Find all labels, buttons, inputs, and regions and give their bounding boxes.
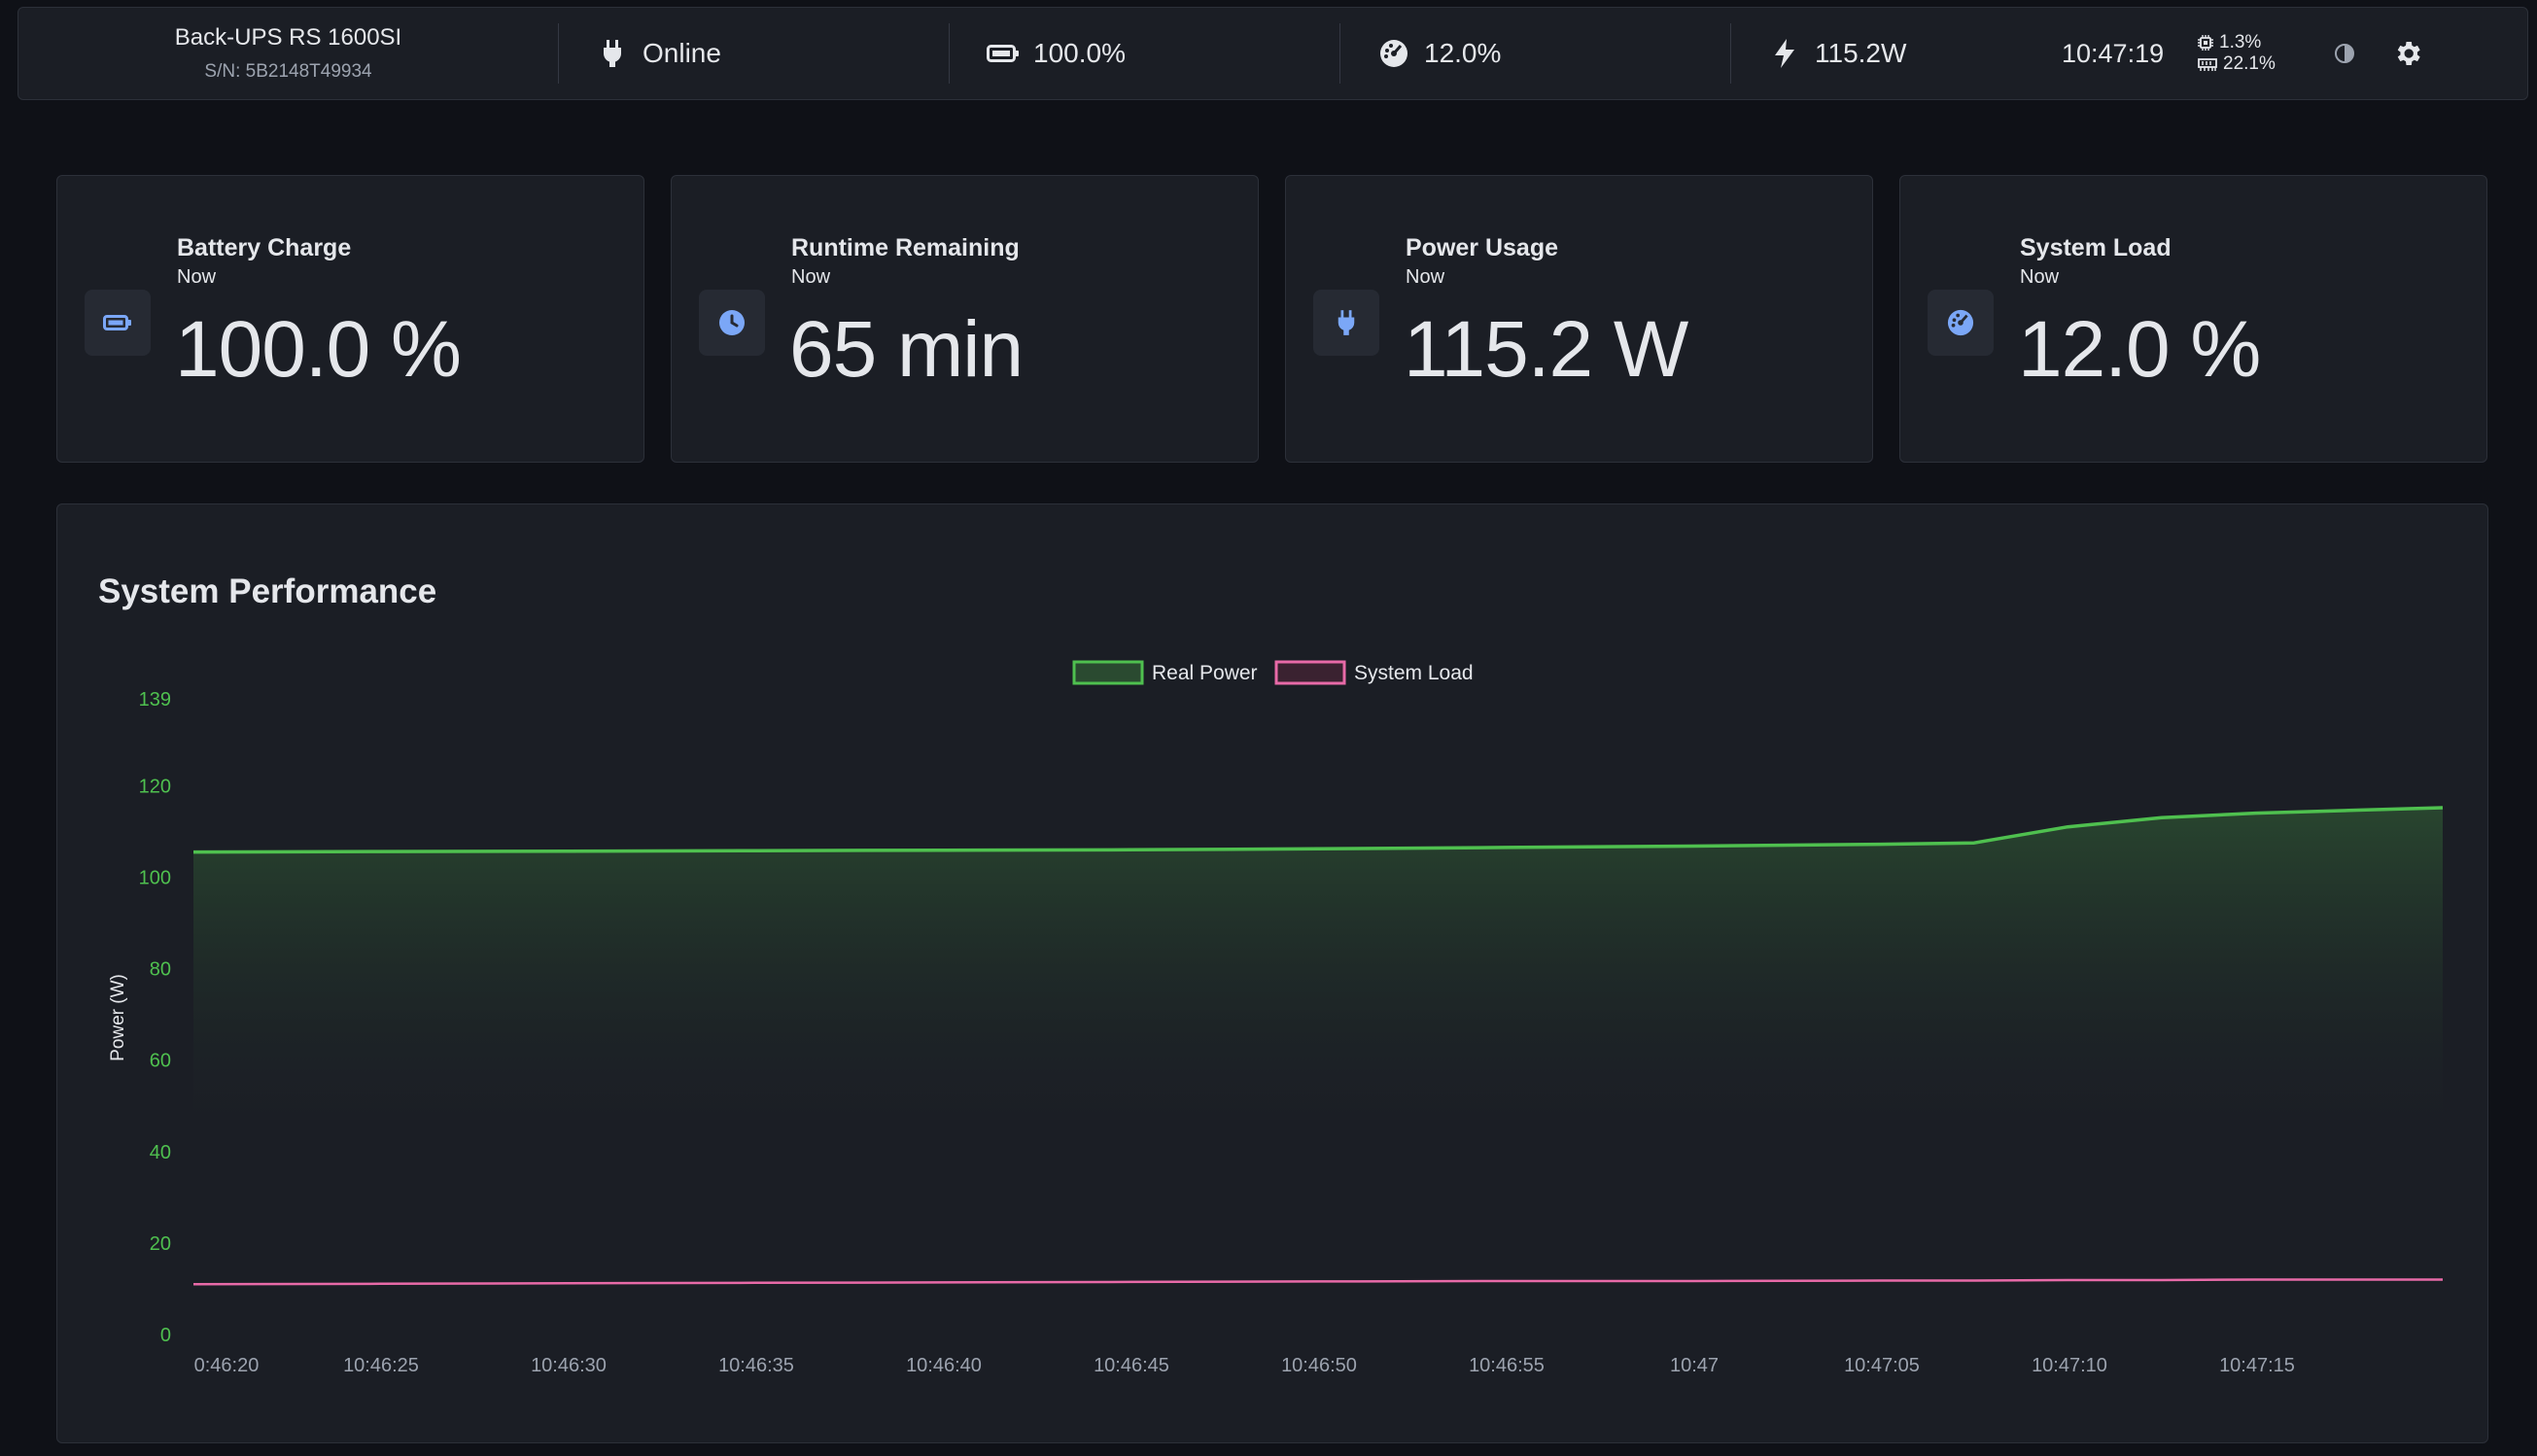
settings-button[interactable]	[2388, 34, 2427, 73]
y-tick-label: 120	[139, 776, 171, 797]
card-icon-box	[1928, 290, 1994, 356]
card-value: 65 min	[789, 305, 1024, 394]
card-battery-charge: Battery Charge Now 100.0 %	[56, 175, 644, 463]
gear-icon	[2397, 42, 2420, 65]
status-power: 115.2W	[1731, 8, 2062, 99]
y-tick-label: 60	[150, 1051, 171, 1072]
x-tick-label: 10:46:35	[718, 1355, 794, 1376]
contrast-icon	[2335, 44, 2354, 63]
clock: 10:47:19	[2062, 38, 2165, 68]
cpu-text: 1.3%	[2219, 32, 2262, 52]
card-value: 115.2 W	[1404, 305, 1688, 394]
card-subtitle: Now	[1406, 266, 1445, 288]
legend-swatch-real-power	[1072, 660, 1144, 685]
battery-icon	[103, 315, 131, 330]
battery-text: 100.0%	[1033, 38, 1126, 68]
y-tick-label: 0	[160, 1325, 171, 1346]
memory-text: 22.1%	[2223, 53, 2276, 74]
bolt-icon	[1768, 37, 1801, 70]
card-icon-box	[699, 290, 765, 356]
x-tick-label: 10:47	[1670, 1355, 1719, 1376]
card-title: System Load	[2020, 234, 2172, 261]
x-tick-label: 10:46:45	[1094, 1355, 1169, 1376]
theme-toggle-button[interactable]	[2330, 39, 2359, 68]
card-subtitle: Now	[791, 266, 831, 288]
x-tick-label: 0:46:20	[194, 1355, 260, 1376]
performance-chart: 0 20 40 60 80 100 120 139 Power (W) 0:46:20 10:46:…	[108, 660, 2444, 1376]
status-load: 12.0%	[1340, 8, 1730, 99]
legend-label-real-power: Real Power	[1152, 662, 1258, 684]
x-tick-label: 10:47:10	[2032, 1355, 2107, 1376]
plug-icon	[1338, 310, 1355, 335]
real-power-area	[193, 808, 2443, 1129]
x-tick-label: 10:46:50	[1281, 1355, 1357, 1376]
card-title: Power Usage	[1406, 234, 1559, 261]
card-title: Battery Charge	[177, 234, 352, 261]
legend-swatch-system-load	[1274, 660, 1346, 685]
clock-icon	[719, 310, 745, 335]
device-info: Back-UPS RS 1600SI S/N: 5B2148T49934	[18, 8, 558, 99]
x-tick-label: 10:47:15	[2219, 1355, 2295, 1376]
memory-usage: 22.1%	[2198, 53, 2324, 75]
card-system-load: System Load Now 12.0 %	[1899, 175, 2487, 463]
y-tick-label: 40	[150, 1142, 171, 1163]
device-name: Back-UPS RS 1600SI	[174, 24, 402, 51]
power-text: 115.2W	[1815, 38, 1907, 68]
card-power-usage: Power Usage Now 115.2 W	[1285, 175, 1873, 463]
y-tick-label: 20	[150, 1233, 171, 1255]
y-tick-label: 80	[150, 959, 171, 981]
cpu-usage: 1.3%	[2198, 32, 2324, 53]
memory-icon	[2198, 58, 2217, 71]
system-load-line	[192, 1278, 2443, 1286]
x-tick-label: 10:47:05	[1844, 1355, 1920, 1376]
legend-label-system-load: System Load	[1354, 662, 1474, 684]
status-text: Online	[643, 38, 721, 68]
plug-icon	[596, 37, 629, 70]
gauge-icon	[1377, 37, 1410, 70]
device-serial: S/N: 5B2148T49934	[204, 61, 372, 82]
x-tick-label: 10:46:30	[531, 1355, 607, 1376]
cpu-icon	[2198, 35, 2213, 51]
x-tick-label: 10:46:25	[343, 1355, 419, 1376]
gauge-icon	[1947, 309, 1974, 336]
y-tick-label: 139	[139, 689, 171, 711]
y-axis-label: Power (W)	[108, 974, 128, 1061]
card-icon-box	[85, 290, 151, 356]
card-subtitle: Now	[2020, 266, 2060, 288]
status-online: Online	[559, 8, 949, 99]
y-tick-label: 100	[139, 867, 171, 888]
card-runtime-remaining: Runtime Remaining Now 65 min	[671, 175, 1259, 463]
load-text: 12.0%	[1424, 38, 1502, 68]
card-title: Runtime Remaining	[791, 234, 1020, 261]
system-resources: 1.3% 22.1%	[2198, 32, 2324, 75]
status-bar: Back-UPS RS 1600SI S/N: 5B2148T49934 Onl…	[17, 7, 2528, 100]
x-tick-label: 10:46:55	[1469, 1355, 1545, 1376]
system-performance-panel: System Performance 0 20 40 60 80 100 120 139 Pow…	[56, 503, 2488, 1443]
status-battery: 100.0%	[950, 8, 1339, 99]
battery-icon	[987, 37, 1020, 70]
card-icon-box	[1313, 290, 1379, 356]
card-value: 12.0 %	[2018, 305, 2261, 394]
x-tick-label: 10:46:40	[906, 1355, 982, 1376]
card-value: 100.0 %	[175, 305, 462, 394]
card-subtitle: Now	[177, 266, 217, 288]
